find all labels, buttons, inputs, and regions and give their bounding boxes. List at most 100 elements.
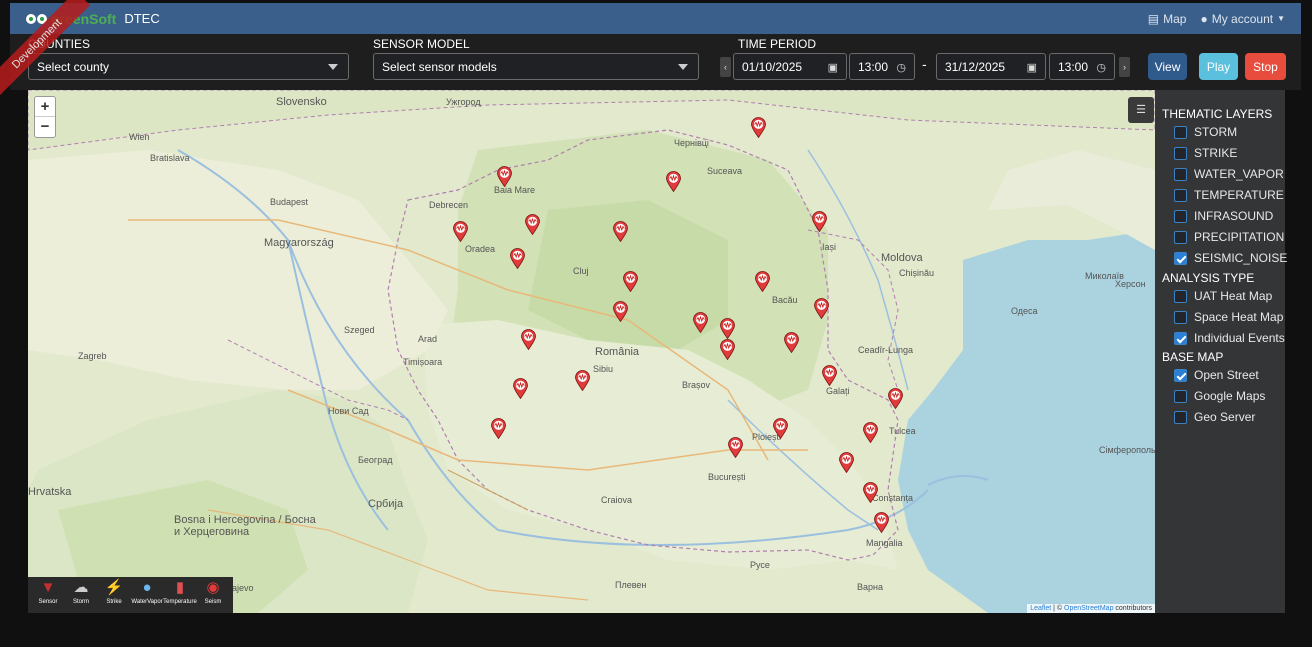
county-select[interactable]: Select county bbox=[28, 53, 349, 80]
base-map-checkbox[interactable] bbox=[1174, 410, 1187, 424]
clock-icon: ◷ bbox=[1096, 62, 1106, 74]
map-label-pleven: Плевен bbox=[615, 580, 647, 590]
thematic-layer-checkbox[interactable] bbox=[1174, 146, 1187, 160]
thematic-layer-label: TEMPERATURE bbox=[1194, 188, 1284, 202]
my-account-dropdown[interactable]: ● My account ▼ bbox=[1200, 12, 1285, 26]
seismic-marker-icon[interactable] bbox=[862, 422, 878, 443]
seismic-marker-icon[interactable] bbox=[839, 451, 855, 473]
layers-toggle-button[interactable]: ☰ bbox=[1128, 97, 1154, 123]
analysis-type-checkbox[interactable] bbox=[1174, 331, 1187, 345]
base-map-title: BASE MAP bbox=[1162, 350, 1224, 364]
attribution-separator: | © bbox=[1051, 605, 1065, 612]
filter-bar: COUNTIES Select county SENSOR MODEL Sele… bbox=[10, 34, 1301, 90]
openstreetmap-link[interactable]: OpenStreetMap bbox=[1064, 605, 1113, 612]
seismic-marker-icon[interactable] bbox=[521, 329, 537, 351]
seismic-marker-icon[interactable] bbox=[784, 332, 799, 354]
base-map-checkbox[interactable] bbox=[1174, 389, 1187, 403]
thematic-layer-option[interactable]: STORM bbox=[1174, 125, 1237, 139]
seismic-marker-icon[interactable] bbox=[496, 165, 512, 187]
thematic-layer-option[interactable]: SEISMIC_NOISE bbox=[1174, 251, 1287, 265]
thematic-layer-option[interactable]: WATER_VAPOR bbox=[1174, 167, 1284, 181]
end-time-input[interactable]: 13:00 ◷ bbox=[1049, 53, 1115, 80]
thematic-layer-checkbox[interactable] bbox=[1174, 167, 1187, 181]
seismic-marker-icon[interactable] bbox=[612, 220, 628, 242]
legend-item: ◉ Seism bbox=[193, 577, 233, 605]
analysis-type-option[interactable]: UAT Heat Map bbox=[1174, 289, 1272, 303]
map-label-timisoara: Timișoara bbox=[403, 357, 443, 367]
thematic-layer-checkbox[interactable] bbox=[1174, 230, 1187, 244]
seismic-marker-icon[interactable] bbox=[887, 388, 903, 409]
thematic-layer-option[interactable]: TEMPERATURE bbox=[1174, 188, 1284, 202]
time-prev-button[interactable]: ‹ bbox=[720, 57, 731, 77]
seismic-marker-icon[interactable] bbox=[692, 312, 708, 334]
thematic-layer-option[interactable]: INFRASOUND bbox=[1174, 209, 1273, 223]
end-time-value: 13:00 bbox=[1058, 59, 1089, 74]
attribution-suffix: contributors bbox=[1113, 605, 1152, 612]
analysis-type-checkbox[interactable] bbox=[1174, 310, 1187, 324]
time-range-separator: - bbox=[922, 56, 927, 72]
map-label-bucuresti: București bbox=[708, 472, 746, 482]
start-date-value: 01/10/2025 bbox=[742, 59, 803, 74]
analysis-type-option[interactable]: Individual Events bbox=[1174, 331, 1285, 345]
seismic-marker-icon[interactable] bbox=[524, 213, 540, 235]
base-map-option[interactable]: Open Street bbox=[1174, 368, 1259, 382]
seismic-marker-icon[interactable] bbox=[719, 338, 735, 360]
analysis-type-checkbox[interactable] bbox=[1174, 289, 1187, 303]
start-time-input[interactable]: 13:00 ◷ bbox=[849, 53, 915, 80]
map-label-szeged: Szeged bbox=[344, 325, 375, 335]
seismic-marker-icon[interactable] bbox=[491, 417, 506, 439]
base-map-option[interactable]: Geo Server bbox=[1174, 410, 1255, 424]
end-date-value: 31/12/2025 bbox=[945, 59, 1006, 74]
map-label-tulcea: Tulcea bbox=[889, 426, 916, 436]
start-date-input[interactable]: 01/10/2025 ▣ bbox=[733, 53, 847, 80]
map-label-mangalia: Mangalia bbox=[866, 538, 903, 548]
zoom-out-button[interactable]: − bbox=[35, 117, 55, 137]
seismic-marker-icon[interactable] bbox=[874, 512, 890, 534]
seismic-marker-icon[interactable] bbox=[812, 211, 828, 233]
seismic-marker-icon[interactable] bbox=[719, 317, 735, 339]
seismic-marker-icon[interactable] bbox=[814, 298, 830, 320]
thematic-layer-option[interactable]: STRIKE bbox=[1174, 146, 1237, 160]
seismic-marker-icon[interactable] bbox=[622, 271, 638, 293]
thematic-layer-label: WATER_VAPOR bbox=[1194, 167, 1284, 181]
thematic-layer-checkbox[interactable] bbox=[1174, 125, 1187, 139]
base-map-option[interactable]: Google Maps bbox=[1174, 389, 1265, 403]
analysis-type-option[interactable]: Space Heat Map bbox=[1174, 310, 1283, 324]
seismic-marker-icon[interactable] bbox=[754, 271, 770, 293]
seismic-marker-icon[interactable] bbox=[862, 482, 878, 504]
thematic-layer-option[interactable]: PRECIPITATION bbox=[1174, 230, 1284, 244]
play-button[interactable]: Play bbox=[1199, 53, 1238, 80]
stop-button[interactable]: Stop bbox=[1245, 53, 1286, 80]
seismic-marker-icon[interactable] bbox=[751, 117, 767, 139]
sensor-model-select[interactable]: Select sensor models bbox=[373, 53, 699, 80]
legend-label: Sensor bbox=[38, 599, 58, 605]
top-navbar: greenSoft DTEC ▤ Map ● My account ▼ bbox=[10, 3, 1301, 34]
sensor-model-label: SENSOR MODEL bbox=[373, 37, 470, 51]
leaflet-map[interactable]: + − Slovensko Wien Bratislava Ужгород Че… bbox=[28, 90, 1155, 613]
end-date-input[interactable]: 31/12/2025 ▣ bbox=[936, 53, 1046, 80]
seismic-marker-icon[interactable] bbox=[822, 365, 838, 386]
chevron-down-icon bbox=[328, 64, 338, 70]
time-next-button[interactable]: › bbox=[1119, 57, 1130, 77]
thematic-layer-checkbox[interactable] bbox=[1174, 188, 1187, 202]
seismic-marker-icon[interactable] bbox=[612, 301, 628, 323]
thematic-layer-checkbox[interactable] bbox=[1174, 251, 1187, 265]
thematic-layer-checkbox[interactable] bbox=[1174, 209, 1187, 223]
base-map-label: Open Street bbox=[1194, 368, 1259, 382]
map-label-galati: Galați bbox=[826, 386, 850, 396]
seismic-marker-icon[interactable] bbox=[665, 171, 681, 192]
analysis-type-title: ANALYSIS TYPE bbox=[1162, 271, 1255, 285]
seismic-marker-icon[interactable] bbox=[510, 247, 526, 269]
seismic-marker-icon[interactable] bbox=[575, 370, 591, 392]
view-button[interactable]: View bbox=[1148, 53, 1187, 80]
base-map-checkbox[interactable] bbox=[1174, 368, 1187, 382]
leaflet-link[interactable]: Leaflet bbox=[1030, 605, 1051, 612]
nav-map-link[interactable]: ▤ Map bbox=[1148, 12, 1187, 26]
caret-down-icon: ▼ bbox=[1277, 14, 1285, 23]
seismic-marker-icon[interactable] bbox=[727, 437, 743, 459]
seismic-marker-icon[interactable] bbox=[452, 220, 468, 242]
zoom-in-button[interactable]: + bbox=[35, 97, 55, 117]
seismic-marker-icon[interactable] bbox=[513, 378, 529, 400]
seismic-marker-icon[interactable] bbox=[772, 417, 788, 439]
map-label-varna: Варна bbox=[857, 582, 883, 592]
